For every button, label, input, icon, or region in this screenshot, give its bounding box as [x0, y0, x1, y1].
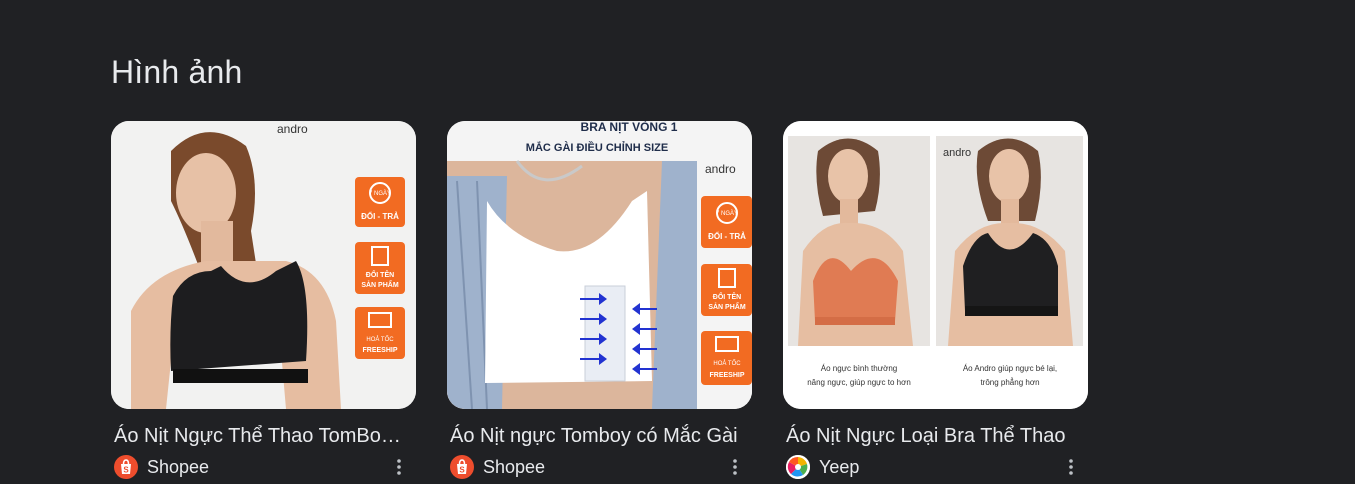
svg-text:S: S — [459, 466, 465, 475]
rename-badge-icon: ĐỔI TÊN SẢN PHẨM — [701, 264, 752, 316]
source-name: Shopee — [483, 456, 546, 477]
more-options-icon[interactable] — [390, 455, 408, 479]
image-result-card[interactable]: andro Áo ngực bình thường nâng ngực, giú… — [783, 121, 1088, 484]
result-thumbnail[interactable]: andro Áo ngực bình thường nâng ngực, giú… — [783, 121, 1088, 409]
return-badge-icon: 7 NGÀY ĐỔI - TRẢ — [355, 177, 405, 227]
images-section: Hình ảnh andro 7 NGÀY ĐỔI - TRẢ ĐỔI TÊN … — [0, 0, 1355, 484]
svg-text:BRA NỊT VÒNG 1: BRA NỊT VÒNG 1 — [581, 121, 678, 134]
source-name: Yeep — [819, 456, 860, 477]
svg-text:andro: andro — [943, 147, 971, 159]
result-thumbnail[interactable]: BRA NỊT VÒNG 1 MẮC GÀI ĐIỀU CHỈNH SIZE a… — [447, 121, 752, 409]
svg-text:FREESHIP: FREESHIP — [709, 372, 744, 379]
rename-badge-icon: ĐỔI TÊN SẢN PHẨM — [355, 242, 405, 294]
svg-text:FREESHIP: FREESHIP — [362, 347, 397, 354]
result-source[interactable]: S Shopee — [450, 454, 545, 480]
result-source[interactable]: Yeep — [786, 454, 859, 480]
svg-text:7 NGÀY: 7 NGÀY — [716, 210, 738, 217]
svg-text:MẮC GÀI ĐIỀU CHỈNH SIZE: MẮC GÀI ĐIỀU CHỈNH SIZE — [526, 141, 668, 154]
svg-text:SẢN PHẨM: SẢN PHẨM — [708, 302, 746, 311]
svg-text:ĐỔI - TRẢ: ĐỔI - TRẢ — [708, 232, 746, 241]
svg-text:ĐỔI TÊN: ĐỔI TÊN — [713, 292, 741, 301]
source-name: Shopee — [147, 456, 210, 477]
result-title[interactable]: Áo Nịt ngực Tomboy có Mắc Gài — [450, 423, 746, 449]
svg-text:andro: andro — [705, 162, 736, 176]
product-photo: andro Áo ngực bình thường nâng ngực, giú… — [783, 121, 1088, 409]
svg-text:Áo Andro giúp ngực bé lại,: Áo Andro giúp ngực bé lại, — [963, 364, 1057, 373]
svg-text:Áo ngực bình thường: Áo ngực bình thường — [821, 364, 897, 373]
result-title[interactable]: Áo Nịt Ngực Loại Bra Thể Thao — [786, 423, 1082, 449]
svg-text:SẢN PHẨM: SẢN PHẨM — [361, 280, 399, 289]
image-brand: andro — [277, 122, 308, 136]
svg-text:ĐỔI - TRẢ: ĐỔI - TRẢ — [361, 212, 399, 221]
freeship-badge-icon: HOẢ TỐC FREESHIP — [701, 331, 752, 385]
more-options-icon[interactable] — [726, 455, 744, 479]
shopee-icon: S — [450, 455, 474, 479]
image-result-card[interactable]: BRA NỊT VÒNG 1 MẮC GÀI ĐIỀU CHỈNH SIZE a… — [447, 121, 752, 484]
svg-text:HOẢ TỐC: HOẢ TỐC — [713, 360, 741, 367]
section-title: Hình ảnh — [111, 54, 243, 90]
svg-text:7 NGÀY: 7 NGÀY — [369, 190, 391, 197]
svg-text:nâng ngực, giúp ngực to hơn: nâng ngực, giúp ngực to hơn — [807, 378, 911, 387]
image-result-card[interactable]: andro 7 NGÀY ĐỔI - TRẢ ĐỔI TÊN SẢN PHẨM — [111, 121, 416, 484]
more-options-icon[interactable] — [1062, 455, 1080, 479]
return-badge-icon: 7 NGÀY ĐỔI - TRẢ — [701, 196, 752, 248]
product-photo: andro 7 NGÀY ĐỔI - TRẢ ĐỔI TÊN SẢN PHẨM — [111, 121, 416, 409]
result-thumbnail[interactable]: andro 7 NGÀY ĐỔI - TRẢ ĐỔI TÊN SẢN PHẨM — [111, 121, 416, 409]
product-photo: BRA NỊT VÒNG 1 MẮC GÀI ĐIỀU CHỈNH SIZE a… — [447, 121, 752, 409]
svg-text:HOẢ TỐC: HOẢ TỐC — [366, 336, 394, 343]
svg-text:S: S — [123, 466, 129, 475]
result-source[interactable]: S Shopee — [114, 454, 209, 480]
freeship-badge-icon: HOẢ TỐC FREESHIP — [355, 307, 405, 359]
yeep-icon — [786, 455, 810, 479]
shopee-icon: S — [114, 455, 138, 479]
svg-text:trông phẳng hơn: trông phẳng hơn — [980, 378, 1039, 387]
svg-text:ĐỔI TÊN: ĐỔI TÊN — [366, 270, 394, 279]
result-title[interactable]: Áo Nịt Ngực Thể Thao TomBoy Andro — [114, 423, 410, 449]
